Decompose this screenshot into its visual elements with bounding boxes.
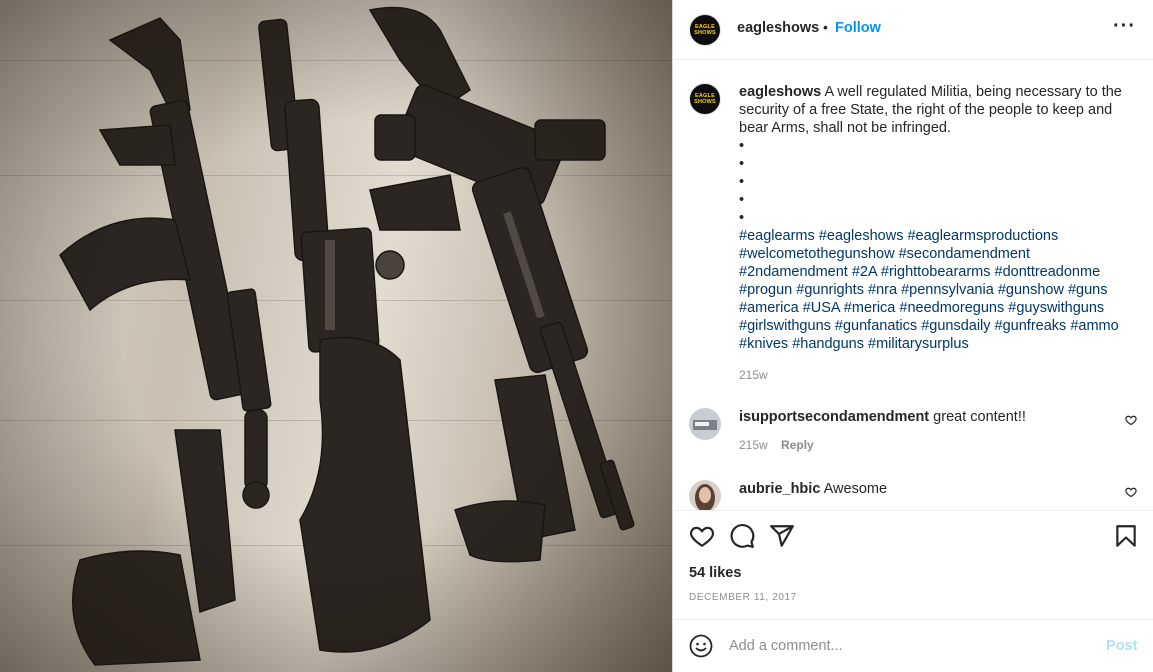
hashtag-link[interactable]: #america — [739, 300, 799, 316]
caption-bullet: • — [739, 138, 745, 154]
comment-like-heart-icon[interactable] — [1125, 486, 1137, 498]
post-photo[interactable] — [0, 0, 672, 672]
comment-input[interactable] — [729, 634, 1089, 658]
hashtag-link[interactable]: #handguns — [792, 336, 864, 352]
hashtag-link[interactable]: #righttobeararms — [881, 264, 991, 280]
caption-author-avatar[interactable]: EAGLE SHOWS — [689, 83, 721, 115]
comment-timestamp[interactable]: 215w — [739, 438, 768, 452]
caption-timestamp[interactable]: 215w — [739, 366, 1139, 384]
commenter-username[interactable]: isupportsecondamendment — [739, 409, 929, 425]
author-username[interactable]: eagleshows — [737, 20, 819, 36]
hashtag-link[interactable]: #donttreadonme — [995, 264, 1101, 280]
share-send-icon[interactable] — [769, 523, 795, 549]
hashtag-link[interactable]: #pennsylvania — [901, 282, 994, 298]
hashtag-link[interactable]: #needmoreguns — [899, 300, 1004, 316]
likes-count[interactable]: 54 likes — [689, 565, 741, 581]
hashtag-link[interactable]: #progun — [739, 282, 792, 298]
hashtag-link[interactable]: #welcometothegunshow — [739, 246, 895, 262]
commenter-avatar[interactable] — [689, 408, 721, 440]
add-comment-bar: Post — [673, 619, 1153, 672]
post-date: DECEMBER 11, 2017 — [689, 592, 797, 603]
hashtag-link[interactable]: #knives — [739, 336, 788, 352]
post-comment-button[interactable]: Post — [1106, 638, 1137, 654]
caption-bullet: • — [739, 174, 745, 190]
comment-text: great content!! — [933, 409, 1026, 425]
hashtag-link[interactable]: #nra — [868, 282, 897, 298]
hashtag-link[interactable]: #ammo — [1070, 318, 1118, 334]
comment-text: Awesome — [823, 481, 888, 497]
hashtag-link[interactable]: #2ndamendment — [739, 264, 848, 280]
comment-text-row: isupportsecondamendment great content!! — [739, 408, 1119, 426]
post-actions: 54 likes DECEMBER 11, 2017 — [673, 510, 1153, 630]
hashtag-link[interactable]: #secondamendment — [899, 246, 1030, 262]
comments-list[interactable]: EAGLE SHOWS eagleshows A well regulated … — [673, 61, 1153, 510]
comment-meta: 215w Reply — [739, 438, 814, 452]
comment-bubble-icon[interactable] — [729, 523, 755, 549]
emoji-icon[interactable] — [689, 634, 713, 658]
comment-text-row: aubrie_hbic Awesome — [739, 480, 1119, 498]
follow-button[interactable]: Follow — [835, 20, 881, 36]
avatar-logo-text: SHOWS — [694, 99, 716, 105]
caption-bullet: • — [739, 210, 745, 226]
caption-body: eagleshows A well regulated Militia, bei… — [739, 83, 1139, 384]
comment-like-heart-icon[interactable] — [1125, 414, 1137, 426]
hashtag-link[interactable]: #eaglearms — [739, 228, 815, 244]
hashtag-link[interactable]: #gunsdaily — [921, 318, 990, 334]
post-side-panel: EAGLE SHOWS eagleshows • Follow ··· EAGL… — [672, 0, 1153, 672]
hashtag-link[interactable]: #militarysurplus — [868, 336, 969, 352]
post-modal: EAGLE SHOWS eagleshows • Follow ··· EAGL… — [0, 0, 1153, 672]
save-bookmark-icon[interactable] — [1113, 523, 1139, 549]
hashtag-link[interactable]: #gunshow — [998, 282, 1064, 298]
caption-bullet: • — [739, 192, 745, 208]
commenter-username[interactable]: aubrie_hbic — [739, 481, 820, 497]
hashtag-link[interactable]: #eaglearmsproductions — [907, 228, 1058, 244]
hashtag-link[interactable]: #gunfreaks — [995, 318, 1067, 334]
hashtag-link[interactable]: #merica — [844, 300, 896, 316]
caption-username[interactable]: eagleshows — [739, 84, 821, 100]
hashtag-link[interactable]: #guyswithguns — [1008, 300, 1104, 316]
commenter-avatar[interactable] — [689, 480, 721, 510]
post-header: EAGLE SHOWS eagleshows • Follow ··· — [673, 0, 1153, 60]
like-heart-icon[interactable] — [689, 523, 715, 549]
avatar-logo-text: SHOWS — [694, 30, 716, 36]
hashtag-link[interactable]: #girlswithguns — [739, 318, 831, 334]
more-options-icon[interactable]: ··· — [1113, 16, 1136, 36]
hashtag-link[interactable]: #gunrights — [796, 282, 864, 298]
reply-button[interactable]: Reply — [781, 438, 814, 452]
hashtag-link[interactable]: #2A — [852, 264, 877, 280]
hashtag-link[interactable]: #gunfanatics — [835, 318, 917, 334]
hashtag-list: #eaglearms #eagleshows #eaglearmsproduct… — [739, 227, 1139, 353]
hashtag-link[interactable]: #guns — [1068, 282, 1108, 298]
hashtag-link[interactable]: #USA — [803, 300, 840, 316]
author-avatar[interactable]: EAGLE SHOWS — [689, 14, 721, 46]
separator-dot: • — [823, 19, 828, 35]
caption-bullet: • — [739, 156, 745, 172]
hashtag-link[interactable]: #eagleshows — [819, 228, 904, 244]
